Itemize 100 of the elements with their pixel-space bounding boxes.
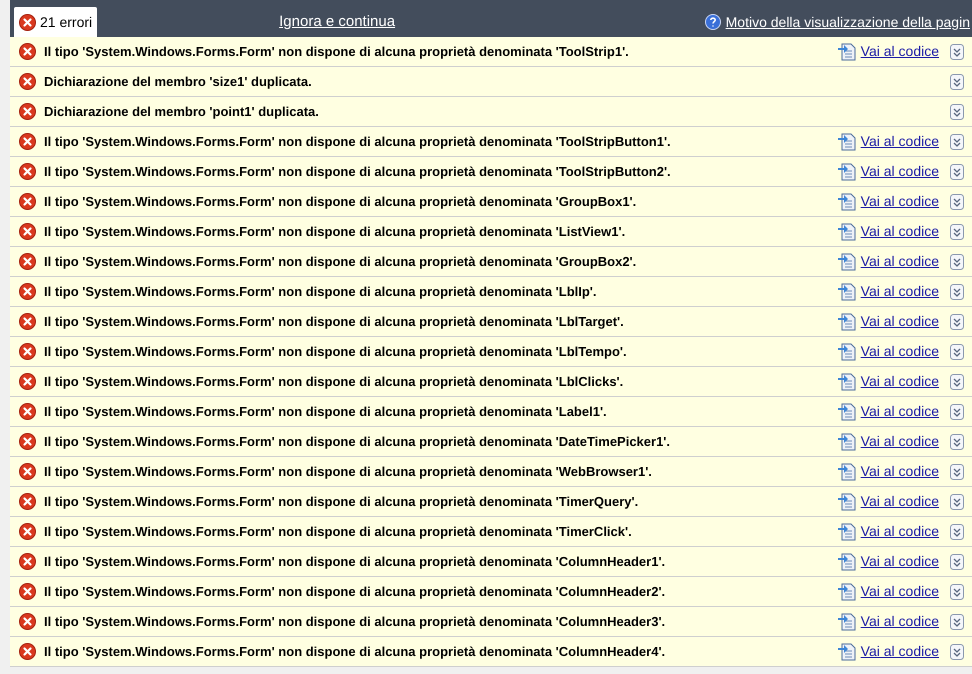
expand-icon[interactable] bbox=[950, 404, 964, 420]
error-icon bbox=[19, 73, 36, 90]
expand-icon[interactable] bbox=[950, 254, 964, 270]
expand-icon[interactable] bbox=[950, 314, 964, 330]
go-to-code-link[interactable]: Vai al codice bbox=[860, 551, 939, 572]
error-icon bbox=[19, 103, 36, 120]
error-icon bbox=[19, 523, 36, 540]
expand-icon[interactable] bbox=[950, 104, 964, 120]
go-to-code-link[interactable]: Vai al codice bbox=[860, 41, 939, 62]
document-arrow-icon[interactable] bbox=[838, 282, 856, 300]
error-message: Il tipo 'System.Windows.Forms.Form' non dispone di alcuna proprietà denominata 'LblIp'. bbox=[44, 282, 598, 301]
error-icon bbox=[19, 433, 36, 450]
expand-icon[interactable] bbox=[950, 644, 964, 660]
go-to-code-link[interactable]: Vai al codice bbox=[860, 611, 939, 632]
expand-icon[interactable] bbox=[950, 194, 964, 210]
go-to-code-link[interactable]: Vai al codice bbox=[860, 281, 939, 302]
expand-icon[interactable] bbox=[950, 224, 964, 240]
error-message: Il tipo 'System.Windows.Forms.Form' non dispone di alcuna proprietà denominata 'Label1'. bbox=[44, 402, 608, 421]
go-to-code-link[interactable]: Vai al codice bbox=[860, 581, 939, 602]
document-arrow-icon[interactable] bbox=[838, 42, 856, 60]
document-arrow-icon[interactable] bbox=[838, 642, 856, 660]
expand-icon[interactable] bbox=[950, 374, 964, 390]
error-message: Il tipo 'System.Windows.Forms.Form' non dispone di alcuna proprietà denominata 'ColumnHeader2'. bbox=[44, 582, 666, 601]
error-message: Il tipo 'System.Windows.Forms.Form' non dispone di alcuna proprietà denominata 'ColumnHeader1'. bbox=[44, 552, 666, 571]
error-message: Il tipo 'System.Windows.Forms.Form' non dispone di alcuna proprietà denominata 'ToolStripButton1'. bbox=[44, 132, 672, 151]
document-arrow-icon[interactable] bbox=[838, 582, 856, 600]
go-to-code-link[interactable]: Vai al codice bbox=[860, 221, 939, 242]
go-to-code-link[interactable]: Vai al codice bbox=[860, 431, 939, 452]
error-message: Il tipo 'System.Windows.Forms.Form' non dispone di alcuna proprietà denominata 'WebBrowser1'. bbox=[44, 462, 653, 481]
error-message: Il tipo 'System.Windows.Forms.Form' non dispone di alcuna proprietà denominata 'LblClicks'. bbox=[44, 372, 624, 391]
error-message: Il tipo 'System.Windows.Forms.Form' non dispone di alcuna proprietà denominata 'LblTarget'. bbox=[44, 312, 625, 331]
go-to-code-link[interactable]: Vai al codice bbox=[860, 251, 939, 272]
document-arrow-icon[interactable] bbox=[838, 462, 856, 480]
error-icon bbox=[19, 133, 36, 150]
go-to-code-link[interactable]: Vai al codice bbox=[860, 191, 939, 212]
document-arrow-icon[interactable] bbox=[838, 522, 856, 540]
document-arrow-icon[interactable] bbox=[838, 132, 856, 150]
expand-icon[interactable] bbox=[950, 464, 964, 480]
error-message: Il tipo 'System.Windows.Forms.Form' non dispone di alcuna proprietà denominata 'DateTimePicker1'. bbox=[44, 432, 672, 451]
expand-icon[interactable] bbox=[950, 164, 964, 180]
go-to-code-link[interactable]: Vai al codice bbox=[860, 131, 939, 152]
error-message: Dichiarazione del membro 'size1' duplicata. bbox=[44, 72, 313, 91]
document-arrow-icon[interactable] bbox=[838, 492, 856, 510]
error-message: Dichiarazione del membro 'point1' duplicata. bbox=[44, 102, 320, 121]
error-icon bbox=[19, 493, 36, 510]
expand-icon[interactable] bbox=[950, 614, 964, 630]
go-to-code-link[interactable]: Vai al codice bbox=[860, 371, 939, 392]
help-icon bbox=[704, 14, 721, 30]
errors-tab[interactable]: 21 errori bbox=[14, 7, 98, 37]
error-message: Il tipo 'System.Windows.Forms.Form' non dispone di alcuna proprietà denominata 'ListView1'. bbox=[44, 222, 626, 241]
ignore-link[interactable]: Ignora e continua bbox=[279, 10, 396, 34]
document-arrow-icon[interactable] bbox=[838, 222, 856, 240]
error-icon bbox=[19, 14, 36, 30]
document-arrow-icon[interactable] bbox=[838, 372, 856, 390]
error-message: Il tipo 'System.Windows.Forms.Form' non dispone di alcuna proprietà denominata 'ColumnHeader3'. bbox=[44, 612, 666, 631]
go-to-code-link[interactable]: Vai al codice bbox=[860, 401, 939, 422]
error-message: Il tipo 'System.Windows.Forms.Form' non dispone di alcuna proprietà denominata 'TimerClick'. bbox=[44, 522, 633, 541]
error-icon bbox=[19, 223, 36, 240]
error-icon bbox=[19, 313, 36, 330]
error-icon bbox=[19, 253, 36, 270]
go-to-code-link[interactable]: Vai al codice bbox=[860, 161, 939, 182]
error-icon bbox=[19, 463, 36, 480]
document-arrow-icon[interactable] bbox=[838, 312, 856, 330]
error-message: Il tipo 'System.Windows.Forms.Form' non dispone di alcuna proprietà denominata 'TimerQuery'. bbox=[44, 492, 640, 511]
error-message: Il tipo 'System.Windows.Forms.Form' non dispone di alcuna proprietà denominata 'ToolStrip1'. bbox=[44, 42, 630, 61]
go-to-code-link[interactable]: Vai al codice bbox=[860, 521, 939, 542]
expand-icon[interactable] bbox=[950, 134, 964, 150]
expand-icon[interactable] bbox=[950, 524, 964, 540]
document-arrow-icon[interactable] bbox=[838, 612, 856, 630]
expand-icon[interactable] bbox=[950, 44, 964, 60]
document-arrow-icon[interactable] bbox=[838, 252, 856, 270]
error-icon bbox=[19, 343, 36, 360]
expand-icon[interactable] bbox=[950, 584, 964, 600]
expand-icon[interactable] bbox=[950, 494, 964, 510]
error-icon bbox=[19, 403, 36, 420]
expand-icon[interactable] bbox=[950, 74, 964, 90]
document-arrow-icon[interactable] bbox=[838, 402, 856, 420]
go-to-code-link[interactable]: Vai al codice bbox=[860, 461, 939, 482]
error-message: Il tipo 'System.Windows.Forms.Form' non dispone di alcuna proprietà denominata 'GroupBox2'. bbox=[44, 252, 638, 271]
document-arrow-icon[interactable] bbox=[838, 192, 856, 210]
document-arrow-icon[interactable] bbox=[838, 342, 856, 360]
document-arrow-icon[interactable] bbox=[838, 162, 856, 180]
expand-icon[interactable] bbox=[950, 434, 964, 450]
go-to-code-link[interactable]: Vai al codice bbox=[860, 641, 939, 662]
error-message: Il tipo 'System.Windows.Forms.Form' non dispone di alcuna proprietà denominata 'GroupBox1'. bbox=[44, 192, 638, 211]
expand-icon[interactable] bbox=[950, 554, 964, 570]
error-icon bbox=[19, 43, 36, 60]
document-arrow-icon[interactable] bbox=[838, 432, 856, 450]
error-icon bbox=[19, 373, 36, 390]
error-icon bbox=[19, 643, 36, 660]
error-icon bbox=[19, 553, 36, 570]
go-to-code-link[interactable]: Vai al codice bbox=[860, 311, 939, 332]
document-arrow-icon[interactable] bbox=[838, 552, 856, 570]
expand-icon[interactable] bbox=[950, 344, 964, 360]
error-icon bbox=[19, 193, 36, 210]
go-to-code-link[interactable]: Vai al codice bbox=[860, 341, 939, 362]
help-link[interactable]: Motivo della visualizzazione della pagin bbox=[726, 12, 970, 32]
go-to-code-link[interactable]: Vai al codice bbox=[860, 491, 939, 512]
expand-icon[interactable] bbox=[950, 284, 964, 300]
error-message: Il tipo 'System.Windows.Forms.Form' non dispone di alcuna proprietà denominata 'LblTempo'. bbox=[44, 342, 628, 361]
